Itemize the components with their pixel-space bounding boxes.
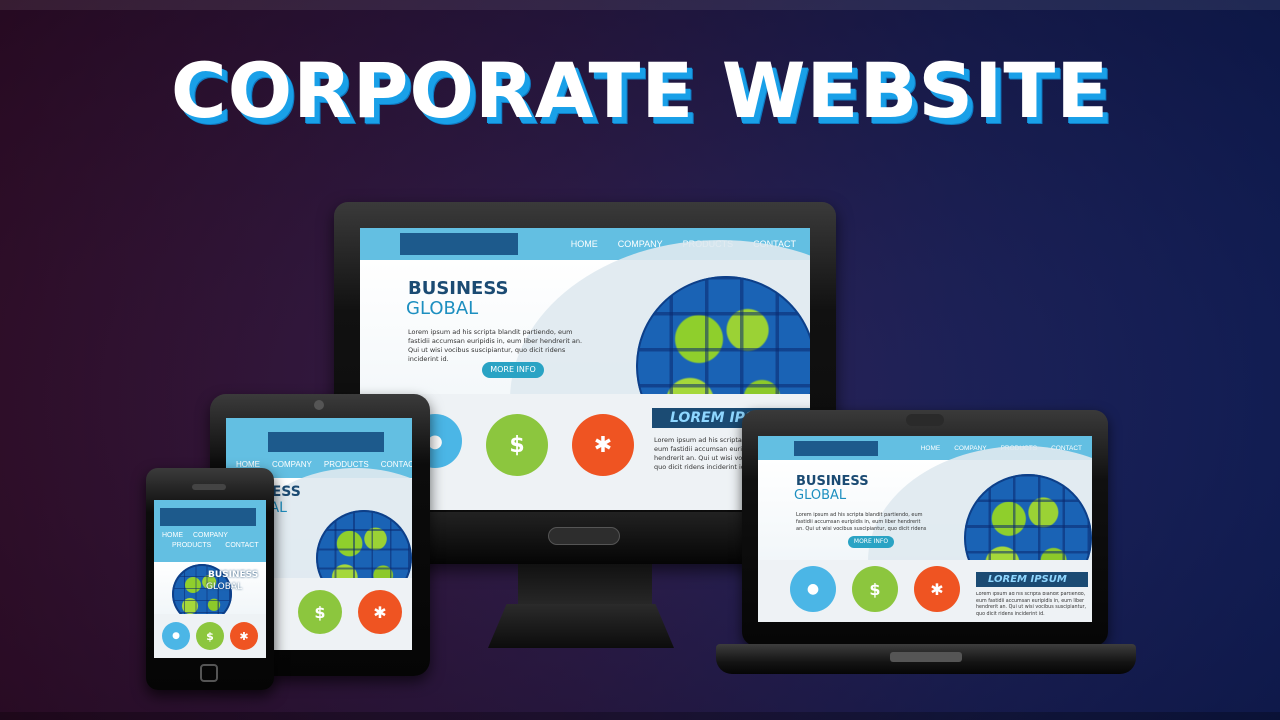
laptop-money-bag-icon: $ <box>852 566 898 612</box>
laptop-lower-text: Lorem ipsum ad his scripta blandit parti… <box>976 592 1087 617</box>
phone-nav-contact[interactable]: CONTACT <box>225 542 258 549</box>
phone-site-logo[interactable] <box>160 508 256 526</box>
monitor-neck <box>518 564 652 610</box>
monitor-more-info-button[interactable]: MORE INFO <box>482 362 544 378</box>
monitor-hero-subtitle: GLOBAL <box>406 298 479 319</box>
phone-piggy-bank-icon: ● <box>162 622 190 650</box>
laptop-lightbulb-icon: ✱ <box>914 566 960 612</box>
dollar-sign: $ <box>509 432 525 458</box>
laptop-more-info-button[interactable]: MORE INFO <box>848 536 894 548</box>
phone-speaker <box>192 484 226 490</box>
tablet-dollar-sign: $ <box>314 602 326 622</box>
lightbulb-icon: ✱ <box>572 414 634 476</box>
monitor-brand-badge <box>548 527 620 545</box>
laptop-nav-home[interactable]: HOME <box>921 445 941 452</box>
phone-nav-home[interactable]: HOME <box>162 532 183 539</box>
tablet-nav-company[interactable]: COMPANY <box>272 460 312 469</box>
phone-home-button[interactable] <box>200 664 218 682</box>
phone-money-bag-icon: $ <box>196 622 224 650</box>
monitor-site-logo[interactable] <box>400 233 518 255</box>
tablet-money-bag-icon: $ <box>298 590 342 634</box>
phone-hero-subtitle: GLOBAL <box>206 582 243 592</box>
phone-hero: BUSINESS GLOBAL <box>154 562 266 624</box>
tablet-camera <box>314 400 324 410</box>
tablet-lightbulb-icon: ✱ <box>358 590 402 634</box>
phone-nav-bar: HOME COMPANY PRODUCTS CONTACT <box>154 500 266 562</box>
laptop-site-logo[interactable] <box>794 440 878 456</box>
monitor-hero-title: BUSINESS <box>408 278 509 299</box>
laptop-hero-subtitle: GLOBAL <box>794 488 847 503</box>
laptop-lorem-banner: LOREM IPSUM <box>976 572 1088 587</box>
tablet-site-logo[interactable] <box>268 432 384 452</box>
phone-dollar-sign: $ <box>206 629 214 643</box>
page-title: CORPORATE WEBSITE <box>170 46 1110 135</box>
phone-nav-products[interactable]: PRODUCTS <box>172 542 211 549</box>
laptop-screen: HOME COMPANY PRODUCTS CONTACT BUSINESS G… <box>758 436 1092 622</box>
laptop-hero-text: Lorem ipsum ad his scripta blandit parti… <box>796 512 927 532</box>
monitor-nav-home[interactable]: HOME <box>571 239 598 249</box>
phone-nav-company[interactable]: COMPANY <box>193 532 228 539</box>
laptop-hero-title: BUSINESS <box>796 474 869 489</box>
laptop-hero: BUSINESS GLOBAL Lorem ipsum ad his scrip… <box>758 446 1092 622</box>
monitor-stand <box>488 604 674 648</box>
laptop-dollar-sign: $ <box>869 579 881 599</box>
phone-screen: HOME COMPANY PRODUCTS CONTACT BUSINESS G… <box>154 500 266 658</box>
money-bag-icon: $ <box>486 414 548 476</box>
phone-feature-row: ● $ ✱ <box>154 614 266 658</box>
laptop-piggy-bank-icon: ● <box>790 566 836 612</box>
phone-lightbulb-icon: ✱ <box>230 622 258 650</box>
laptop-camera <box>906 414 944 426</box>
monitor-hero-text: Lorem ipsum ad his scripta blandit parti… <box>408 328 583 363</box>
laptop-feature-row: ● $ ✱ LOREM IPSUM Lorem ipsum ad his scr… <box>758 560 1092 622</box>
laptop-hinge-notch <box>890 652 962 662</box>
phone-hero-title: BUSINESS <box>208 570 259 580</box>
tablet-nav-contact[interactable]: CONTACT <box>381 460 412 469</box>
